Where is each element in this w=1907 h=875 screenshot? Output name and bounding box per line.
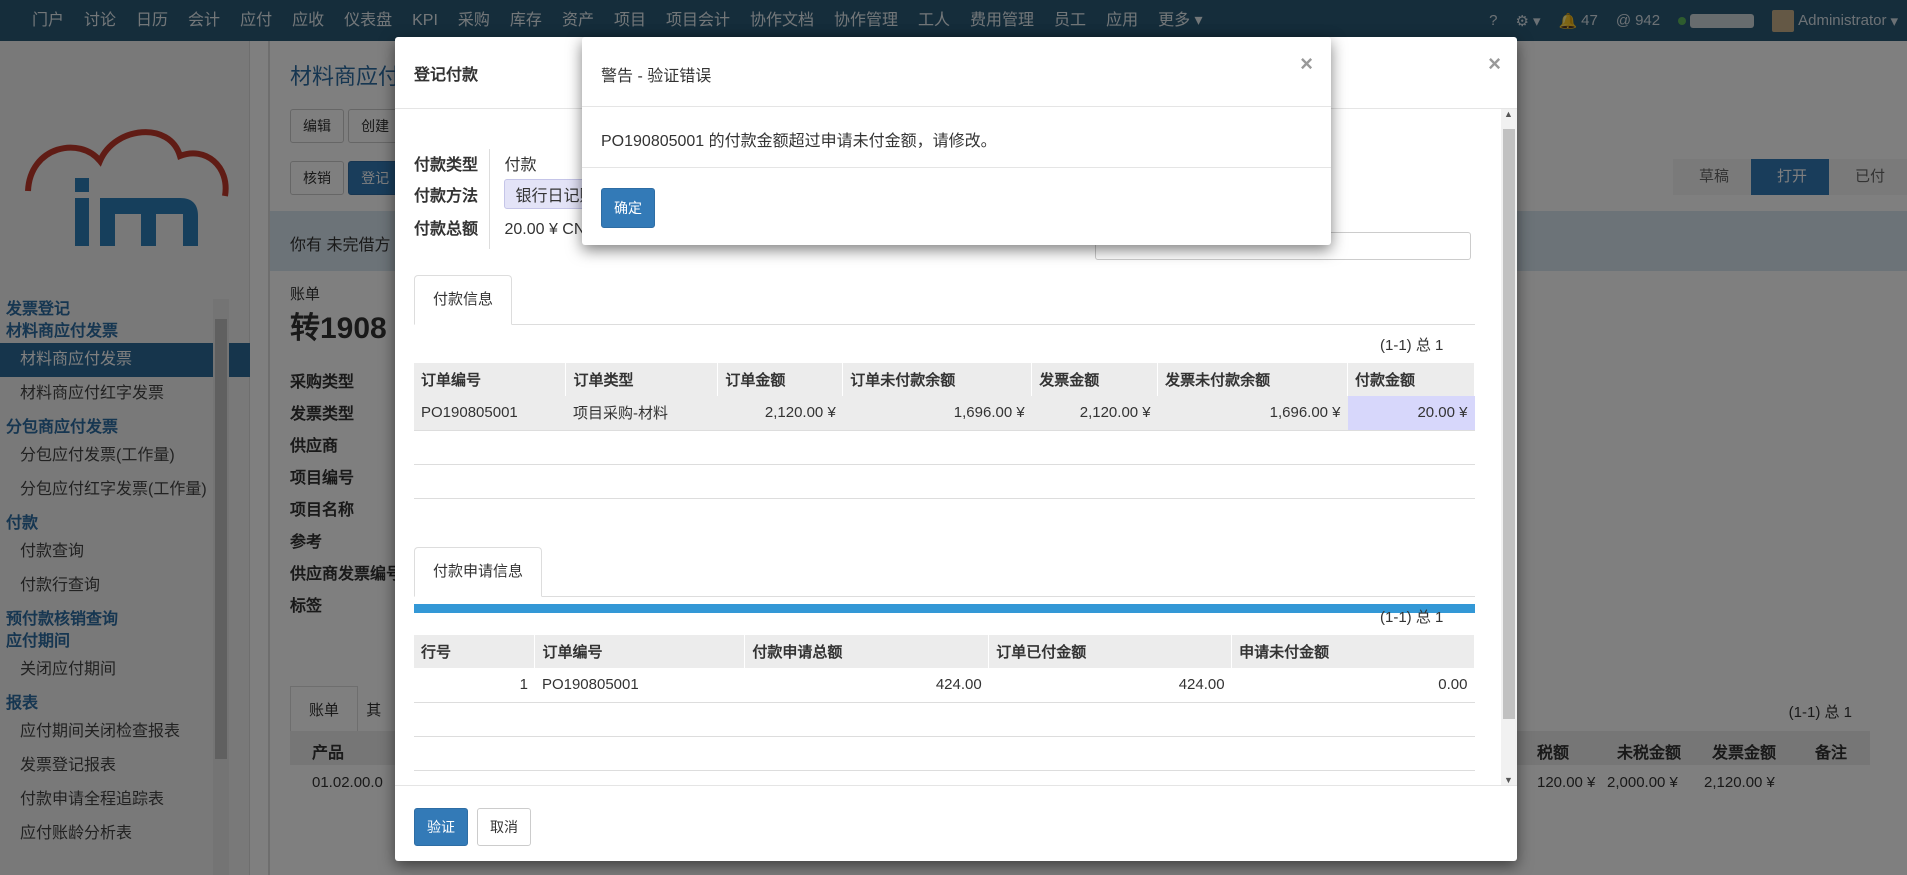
col-invoice-unpaid: 发票未付款余额 [1157, 363, 1349, 396]
scroll-down-icon[interactable]: ▼ [1504, 775, 1513, 785]
col-order-no: 订单编号 [534, 635, 746, 668]
empty-row [414, 702, 1475, 737]
col-order-amount: 订单金额 [717, 363, 844, 396]
table-header-row: 行号 订单编号 付款申请总额 订单已付金额 申请未付金额 [414, 635, 1475, 668]
tab-divider [414, 324, 1475, 325]
col-order-unpaid: 订单未付款余额 [842, 363, 1033, 396]
ok-button[interactable]: 确定 [601, 188, 655, 228]
tab-divider-2 [414, 596, 1475, 597]
cell-order-no: PO190805001 [414, 396, 566, 431]
payment-type-value[interactable]: 付款 [504, 157, 536, 174]
payment-method-row: 付款方法 银行日记账 [414, 179, 607, 209]
pager-payment-request: (1-1) 总 1 [1380, 609, 1444, 626]
payment-total-label: 付款总额 [414, 221, 479, 238]
empty-row [414, 430, 1475, 465]
cell-invoice-unpaid: 1,696.00 ¥ [1157, 396, 1348, 431]
col-order-paid: 订单已付金额 [988, 635, 1233, 668]
cell-payment-amount[interactable]: 20.00 ¥ [1347, 396, 1475, 431]
close-icon[interactable]: × [1300, 51, 1313, 77]
cell-request-total: 424.00 [744, 668, 989, 703]
cell-order-paid: 424.00 [988, 668, 1232, 703]
col-request-unpaid: 申请未付金额 [1231, 635, 1475, 668]
cell-order-type: 项目采购-材料 [565, 396, 718, 431]
payment-method-label: 付款方法 [414, 188, 479, 205]
cell-request-unpaid: 0.00 [1231, 668, 1475, 703]
tab-payment-info[interactable]: 付款信息 [414, 275, 513, 325]
warning-header: 警告 - 验证错误 × [582, 37, 1331, 107]
dialog-footer: 验证 取消 [395, 785, 1517, 861]
warning-divider [582, 167, 1331, 168]
cell-order-unpaid: 1,696.00 ¥ [842, 396, 1032, 431]
payment-request-table: 行号 订单编号 付款申请总额 订单已付金额 申请未付金额 1 PO1908050… [414, 635, 1475, 771]
col-order-type: 订单类型 [565, 363, 719, 396]
cell-invoice-amount: 2,120.00 ¥ [1031, 396, 1158, 431]
empty-row [414, 736, 1475, 771]
payment-type-label: 付款类型 [414, 157, 479, 174]
col-line-no: 行号 [414, 635, 536, 668]
payment-type-row: 付款类型 付款 [414, 151, 536, 175]
cell-order-amount: 2,120.00 ¥ [717, 396, 843, 431]
close-icon[interactable]: × [1488, 51, 1501, 77]
warning-title: 警告 - 验证错误 [601, 68, 712, 85]
dialog-scroll-thumb[interactable] [1503, 129, 1515, 719]
dialog-title: 登记付款 [414, 67, 479, 84]
empty-row [414, 464, 1475, 499]
pager-payment-info: (1-1) 总 1 [1380, 337, 1444, 354]
col-payment-amount: 付款金额 [1347, 363, 1475, 396]
col-order-no: 订单编号 [414, 363, 567, 396]
dialog-scrollbar[interactable]: ▲ ▼ [1501, 109, 1517, 785]
section-separator [414, 604, 1475, 613]
col-request-total: 付款申请总额 [744, 635, 990, 668]
tab-payment-request[interactable]: 付款申请信息 [414, 547, 543, 597]
scroll-up-icon[interactable]: ▲ [1504, 109, 1513, 119]
table-header-row: 订单编号 订单类型 订单金额 订单未付款余额 发票金额 发票未付款余额 付款金额 [414, 363, 1475, 396]
cancel-button[interactable]: 取消 [477, 808, 531, 846]
warning-message: PO190805001 的付款金额超过申请未付金额，请修改。 [601, 133, 997, 150]
col-invoice-amount: 发票金额 [1031, 363, 1159, 396]
payment-info-table: 订单编号 订单类型 订单金额 订单未付款余额 发票金额 发票未付款余额 付款金额… [414, 363, 1475, 499]
table-row[interactable]: PO190805001 项目采购-材料 2,120.00 ¥ 1,696.00 … [414, 396, 1475, 431]
validation-warning-dialog: 警告 - 验证错误 × PO190805001 的付款金额超过申请未付金额，请修… [582, 37, 1331, 245]
payment-total-row: 付款总额 20.00 ¥ CNY [414, 215, 596, 239]
cell-order-no: PO190805001 [534, 668, 745, 703]
cell-line-no: 1 [414, 668, 535, 703]
table-row[interactable]: 1 PO190805001 424.00 424.00 0.00 [414, 668, 1475, 703]
validate-button[interactable]: 验证 [414, 808, 468, 846]
